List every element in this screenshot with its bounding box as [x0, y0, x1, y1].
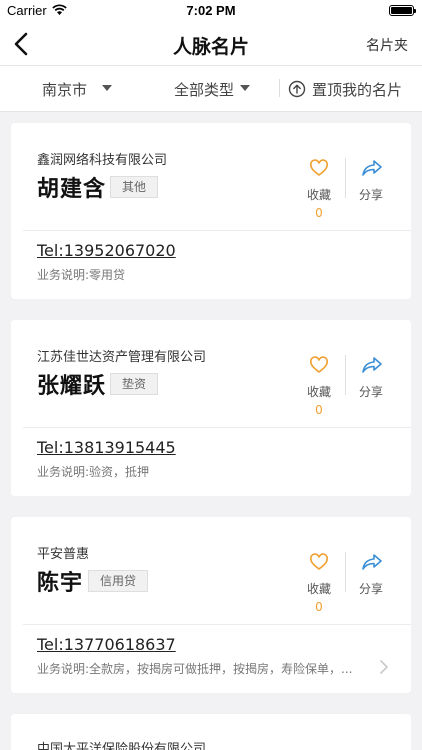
company-name: 中国太平洋保险股份有限公司	[37, 742, 207, 750]
page-title: 人脉名片	[172, 36, 249, 58]
favorite-label: 收藏	[306, 188, 331, 202]
contact-card[interactable]: 中国太平洋保险股份有限公司	[11, 714, 411, 750]
favorite-count: 0	[315, 403, 323, 417]
card-holder-button[interactable]: 名片夹	[366, 35, 408, 55]
phone-link[interactable]: Tel:13813915445	[37, 438, 176, 457]
contact-card[interactable]: 鑫润网络科技有限公司 胡建含 其他 收藏 0 分享 Tel:1395206702…	[11, 123, 411, 299]
battery-icon	[389, 5, 416, 16]
contact-card[interactable]: 江苏佳世达资产管理有限公司 张耀跃 垫资 收藏 0 分享 Tel:1381391…	[11, 320, 411, 496]
action-divider	[345, 355, 346, 395]
type-filter-label: 全部类型	[174, 81, 235, 99]
favorite-button[interactable]: 收藏 0	[297, 552, 341, 614]
triangle-down-icon	[240, 85, 250, 91]
share-arrow-icon	[361, 158, 382, 178]
business-description: 业务说明:全款房，按揭房可做抵押，按揭房，寿险保单，...	[37, 662, 353, 676]
favorite-count: 0	[315, 206, 323, 220]
phone-link[interactable]: Tel:13770618637	[37, 635, 176, 654]
contact-name: 陈宇	[37, 571, 84, 596]
share-label: 分享	[358, 385, 383, 399]
favorite-label: 收藏	[306, 582, 331, 596]
city-filter-label: 南京市	[42, 81, 88, 99]
business-description: 业务说明:零用贷	[37, 268, 126, 282]
favorite-count: 0	[315, 600, 323, 614]
heart-icon	[309, 552, 329, 572]
business-description: 业务说明:验资，抵押	[37, 465, 150, 479]
status-bar: Carrier 7:02 PM	[0, 0, 422, 22]
favorite-label: 收藏	[306, 385, 331, 399]
card-divider	[23, 427, 411, 428]
share-button[interactable]: 分享	[349, 552, 393, 597]
share-button[interactable]: 分享	[349, 158, 393, 203]
type-filter-dropdown[interactable]: 全部类型	[174, 79, 250, 100]
share-label: 分享	[358, 188, 383, 202]
company-name: 平安普惠	[37, 547, 90, 562]
pin-my-card-label: 置顶我的名片	[312, 81, 403, 99]
card-divider	[23, 230, 411, 231]
status-time: 7:02 PM	[186, 3, 236, 18]
action-divider	[345, 552, 346, 592]
share-arrow-icon	[361, 355, 382, 375]
contact-name: 胡建含	[37, 177, 107, 202]
phone-link[interactable]: Tel:13952067020	[37, 241, 176, 260]
card-divider	[23, 624, 411, 625]
filter-divider	[279, 79, 280, 97]
favorite-button[interactable]: 收藏 0	[297, 158, 341, 220]
heart-icon	[309, 158, 329, 178]
share-arrow-icon	[361, 552, 382, 572]
arrow-up-circle-icon	[288, 80, 306, 102]
heart-icon	[309, 355, 329, 375]
business-type-tag: 其他	[110, 176, 159, 198]
company-name: 鑫润网络科技有限公司	[37, 153, 168, 168]
contact-name: 张耀跃	[37, 374, 107, 399]
action-divider	[345, 158, 346, 198]
triangle-down-icon	[102, 85, 112, 91]
share-label: 分享	[358, 582, 383, 596]
navigation-bar: 人脉名片 名片夹	[0, 22, 422, 66]
chevron-right-icon[interactable]	[379, 659, 389, 679]
company-name: 江苏佳世达资产管理有限公司	[37, 350, 207, 365]
pin-my-card-button[interactable]: 置顶我的名片	[288, 79, 402, 100]
business-type-tag: 信用贷	[88, 570, 149, 592]
filter-bar: 南京市 全部类型 置顶我的名片	[0, 66, 422, 112]
business-type-tag: 垫资	[110, 373, 159, 395]
contact-card[interactable]: 平安普惠 陈宇 信用贷 收藏 0 分享 Tel:13770618637 业务说明…	[11, 517, 411, 693]
share-button[interactable]: 分享	[349, 355, 393, 400]
favorite-button[interactable]: 收藏 0	[297, 355, 341, 417]
city-filter-dropdown[interactable]: 南京市	[42, 79, 112, 100]
